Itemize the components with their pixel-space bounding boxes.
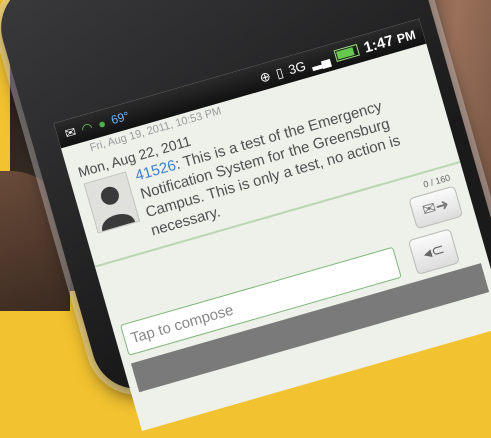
clock-time: 1:47	[361, 31, 396, 57]
avatar	[83, 171, 141, 234]
send-button[interactable]: ✉➜	[408, 185, 464, 230]
paperclip-icon: ◂⊂	[421, 240, 447, 264]
phone: ✉ ◠ ● 69° ⊕ ▯ 3G ▂▄ 1:47 PM Fri, Aug 19,…	[0, 0, 491, 432]
temperature-label: 69°	[109, 108, 131, 128]
contact-silhouette-icon	[100, 186, 136, 232]
network-type-label: 3G	[286, 57, 308, 77]
gps-icon: ⊕	[257, 67, 273, 86]
wifi-icon: ◠	[79, 118, 95, 137]
attach-button[interactable]: ◂⊂	[407, 228, 461, 276]
signal-icon: ▂▄	[308, 50, 332, 71]
mail-icon: ✉	[63, 123, 78, 141]
phone-screen: ✉ ◠ ● 69° ⊕ ▯ 3G ▂▄ 1:47 PM Fri, Aug 19,…	[53, 18, 491, 432]
battery-icon	[333, 43, 360, 63]
send-icon: ✉➜	[420, 196, 452, 220]
android-icon: ●	[95, 114, 108, 132]
clock-suffix: PM	[395, 27, 418, 46]
vibrate-icon: ▯	[273, 64, 285, 81]
